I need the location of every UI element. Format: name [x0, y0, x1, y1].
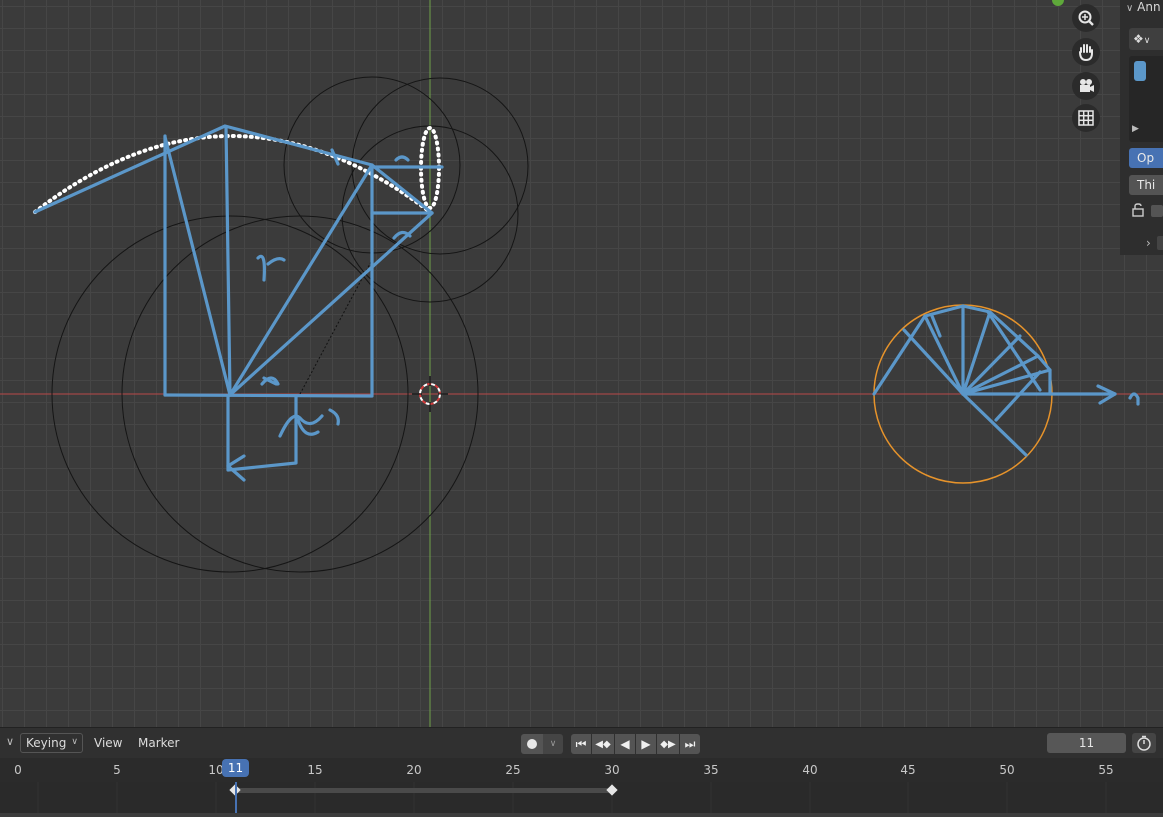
jump-to-end-button[interactable]: ⏭: [680, 734, 700, 754]
hand-pan-icon[interactable]: [1072, 38, 1100, 66]
view-menu[interactable]: View: [94, 736, 122, 750]
layer-list[interactable]: ▶: [1129, 56, 1163, 142]
ruler-label: 5: [113, 763, 121, 777]
ruler-label: 50: [999, 763, 1015, 777]
ruler-label: 20: [406, 763, 422, 777]
zoom-icon[interactable]: [1072, 4, 1100, 32]
ruler-label: 25: [505, 763, 521, 777]
jump-start-icon: ⏮: [575, 736, 587, 751]
prev-keyframe-button[interactable]: ◀◆: [592, 734, 614, 754]
next-keyframe-icon: ◆▶: [660, 738, 676, 750]
collapsed-subpanel[interactable]: [1157, 236, 1163, 250]
keyframe-diamond: [606, 784, 618, 796]
panel-header-label: Ann: [1137, 0, 1161, 14]
play-icon: ▶: [641, 737, 651, 751]
ruler-label: 40: [802, 763, 818, 777]
ruler-label: 55: [1098, 763, 1114, 777]
next-keyframe-button[interactable]: ◆▶: [657, 734, 679, 754]
marker-menu[interactable]: Marker: [138, 736, 179, 750]
ruler-label: 45: [900, 763, 916, 777]
op-button[interactable]: Op: [1129, 148, 1163, 168]
frame-ruler[interactable]: 0 5 10 15 20 25 30 35 40 45 50 55 11: [0, 758, 1163, 782]
playhead-badge[interactable]: 11: [222, 759, 249, 777]
panel-header[interactable]: ∨ Ann: [1126, 0, 1161, 14]
current-frame-field[interactable]: 11: [1047, 733, 1126, 753]
lock-icon[interactable]: [1131, 203, 1147, 220]
chevron-down-icon: ∨: [71, 737, 78, 747]
track-graphics: [37, 782, 1107, 813]
expand-triangle-icon[interactable]: ▶: [1132, 124, 1139, 134]
keyframe-track[interactable]: [0, 782, 1163, 813]
chevron-down-icon: ∨: [1126, 3, 1134, 14]
chevron-down-icon[interactable]: ∨: [6, 735, 14, 748]
stopwatch-icon[interactable]: [1132, 733, 1156, 753]
jump-end-icon: ⏭: [684, 736, 696, 751]
keying-menu[interactable]: Keying ∨: [20, 733, 83, 753]
ruler-label: 35: [703, 763, 719, 777]
annotation-side-panel: ∨ Ann ❖∨ ▶ Op Thi ›: [1120, 0, 1163, 255]
lock-checkbox[interactable]: [1151, 205, 1163, 217]
record-icon: [527, 739, 537, 749]
ruler-label: 0: [14, 763, 22, 777]
play-reverse-button[interactable]: ◀: [615, 734, 635, 754]
thi-button[interactable]: Thi: [1129, 175, 1163, 195]
chevron-down-icon: ∨: [1143, 36, 1151, 46]
play-button[interactable]: ▶: [636, 734, 656, 754]
scene-drawing: [0, 0, 1163, 727]
annotation-strokes-right: [872, 304, 1140, 457]
timeline-header: ∨ Keying ∨ View Marker ∨ ⏮ ◀◆ ◀ ▶ ◆▶ ⏭ 1…: [0, 727, 1163, 759]
camera-icon[interactable]: [1072, 72, 1100, 100]
chevron-right-icon[interactable]: ›: [1146, 236, 1151, 250]
grid-icon[interactable]: [1072, 104, 1100, 132]
ruler-label: 30: [604, 763, 620, 777]
annotation-tool-dropdown[interactable]: ❖∨: [1129, 28, 1163, 50]
3d-viewport[interactable]: ∨ Ann ❖∨ ▶ Op Thi ›: [0, 0, 1163, 727]
keying-label: Keying: [26, 736, 67, 750]
keyframe-hold-bar: [236, 788, 613, 793]
layer-color-swatch[interactable]: [1134, 61, 1146, 81]
construction-circles: [51, 76, 529, 573]
auto-keying-dropdown[interactable]: ∨: [543, 734, 563, 754]
annotate-icon: ❖: [1133, 32, 1144, 46]
ruler-label: 15: [307, 763, 323, 777]
record-button[interactable]: [521, 734, 543, 754]
jump-to-start-button[interactable]: ⏮: [571, 734, 591, 754]
prev-keyframe-icon: ◀◆: [595, 738, 611, 750]
play-reverse-icon: ◀: [620, 737, 630, 751]
dotted-guide: [299, 259, 373, 395]
